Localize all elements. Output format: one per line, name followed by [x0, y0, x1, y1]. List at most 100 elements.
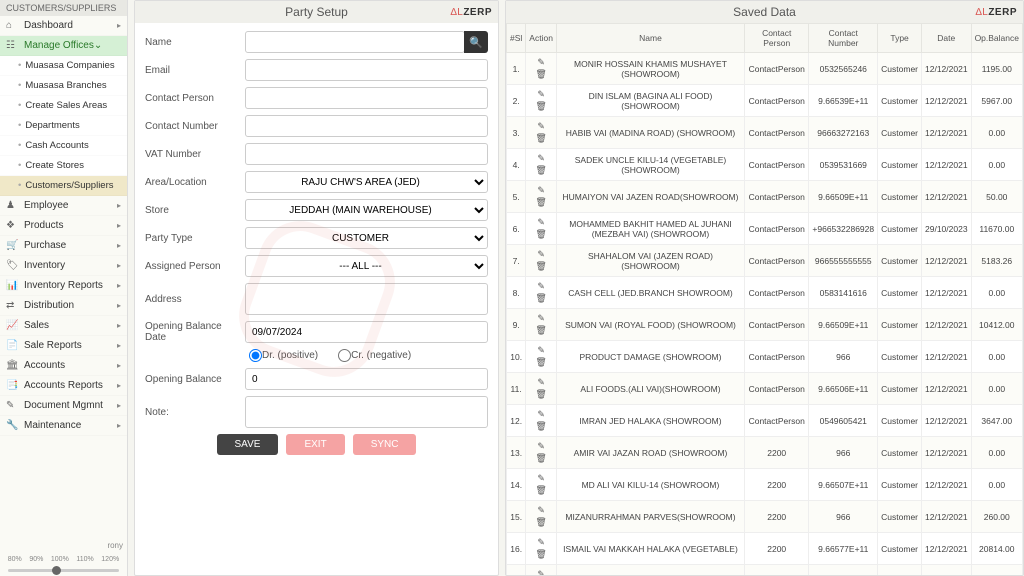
- edit-icon[interactable]: ✎: [537, 313, 545, 324]
- column-header[interactable]: Contact Person: [745, 24, 809, 53]
- edit-icon[interactable]: ✎: [537, 57, 545, 68]
- nav-item[interactable]: 📈Sales: [0, 316, 127, 336]
- cell-balance: 0.00: [971, 341, 1022, 373]
- nav-item[interactable]: 🏷Inventory: [0, 256, 127, 276]
- edit-icon[interactable]: ✎: [537, 441, 545, 452]
- store-select[interactable]: JEDDAH (MAIN WAREHOUSE): [245, 199, 488, 221]
- nav-sub-item[interactable]: Departments: [0, 116, 127, 136]
- save-button[interactable]: SAVE: [217, 434, 279, 455]
- column-header[interactable]: Action: [526, 24, 557, 53]
- delete-icon[interactable]: 🗑: [535, 165, 546, 176]
- nav-item[interactable]: ⌂Dashboard: [0, 16, 127, 36]
- nav-sub-item[interactable]: Create Sales Areas: [0, 96, 127, 116]
- nav-item[interactable]: ♟Employee: [0, 196, 127, 216]
- name-input[interactable]: [245, 31, 465, 53]
- edit-icon[interactable]: ✎: [537, 121, 545, 132]
- edit-icon[interactable]: ✎: [537, 409, 545, 420]
- nav-item[interactable]: 🏛Accounts: [0, 356, 127, 376]
- search-button[interactable]: 🔍: [464, 31, 488, 53]
- nav-item[interactable]: 📊Inventory Reports: [0, 276, 127, 296]
- form-title: Party Setup: [285, 5, 348, 19]
- delete-icon[interactable]: 🗑: [535, 293, 546, 304]
- nav-item[interactable]: 📑Accounts Reports: [0, 376, 127, 396]
- column-header[interactable]: #Sl: [507, 24, 526, 53]
- email-input[interactable]: [245, 59, 488, 81]
- edit-icon[interactable]: ✎: [537, 345, 545, 356]
- cell-contact-person: ContactPerson: [745, 277, 809, 309]
- edit-icon[interactable]: ✎: [537, 89, 545, 100]
- delete-icon[interactable]: 🗑: [535, 389, 546, 400]
- edit-icon[interactable]: ✎: [537, 217, 545, 228]
- note-input[interactable]: [245, 396, 488, 428]
- edit-icon[interactable]: ✎: [537, 537, 545, 548]
- zoom-level[interactable]: 120%: [101, 556, 119, 563]
- nav-item[interactable]: ⇄Distribution: [0, 296, 127, 316]
- delete-icon[interactable]: 🗑: [535, 101, 546, 112]
- cr-radio[interactable]: Cr. (negative): [338, 349, 411, 362]
- delete-icon[interactable]: 🗑: [535, 261, 546, 272]
- nav-sub-item[interactable]: Cash Accounts: [0, 136, 127, 156]
- edit-icon[interactable]: ✎: [537, 281, 545, 292]
- vat-input[interactable]: [245, 143, 488, 165]
- column-header[interactable]: Op.Balance: [971, 24, 1022, 53]
- nav-item[interactable]: ✎Document Mgmnt: [0, 396, 127, 416]
- zoom-level[interactable]: 80%: [8, 556, 22, 563]
- edit-icon[interactable]: ✎: [537, 569, 545, 575]
- party-type-select[interactable]: CUSTOMER: [245, 227, 488, 249]
- delete-icon[interactable]: 🗑: [535, 325, 546, 336]
- exit-button[interactable]: EXIT: [286, 434, 344, 455]
- delete-icon[interactable]: 🗑: [535, 485, 546, 496]
- nav-item[interactable]: 📄Sale Reports: [0, 336, 127, 356]
- delete-icon[interactable]: 🗑: [535, 549, 546, 560]
- assigned-select[interactable]: --- ALL ---: [245, 255, 488, 277]
- cell-contact-person: ContactPerson: [745, 149, 809, 181]
- nav-sub-item[interactable]: Customers/Suppliers: [0, 176, 127, 196]
- zoom-level[interactable]: 110%: [76, 556, 93, 563]
- nav-item[interactable]: 🔧Maintenance: [0, 416, 127, 436]
- address-input[interactable]: [245, 283, 488, 315]
- zoom-level[interactable]: 90%: [29, 556, 43, 563]
- cell-name: ISMAIL VAI MAKKAH HALAKA (VEGETABLE): [556, 533, 744, 565]
- edit-icon[interactable]: ✎: [537, 473, 545, 484]
- nav-item[interactable]: 🛒Purchase: [0, 236, 127, 256]
- cell-date: 12/12/2021: [922, 117, 972, 149]
- column-header[interactable]: Contact Number: [809, 24, 878, 53]
- edit-icon[interactable]: ✎: [537, 185, 545, 196]
- nav-item[interactable]: ❖Products: [0, 216, 127, 236]
- cell-contact-number: +966532286928: [809, 213, 878, 245]
- zoom-slider[interactable]: [0, 565, 127, 576]
- delete-icon[interactable]: 🗑: [535, 453, 546, 464]
- edit-icon[interactable]: ✎: [537, 153, 545, 164]
- nav-sub-item[interactable]: Create Stores: [0, 156, 127, 176]
- delete-icon[interactable]: 🗑: [535, 357, 546, 368]
- form-header: Party Setup ∆LZERP: [135, 1, 498, 23]
- cell-contact-person: 2200: [745, 565, 809, 576]
- cell-action: ✎🗑: [526, 149, 557, 181]
- delete-icon[interactable]: 🗑: [535, 69, 546, 80]
- nav-item[interactable]: ☷Manage Offices: [0, 36, 127, 56]
- contact-number-input[interactable]: [245, 115, 488, 137]
- nav-sub-item[interactable]: Muasasa Companies: [0, 56, 127, 76]
- nav-sub-item[interactable]: Muasasa Branches: [0, 76, 127, 96]
- edit-icon[interactable]: ✎: [537, 505, 545, 516]
- delete-icon[interactable]: 🗑: [535, 229, 546, 240]
- cell-contact-number: 0539531669: [809, 149, 878, 181]
- cell-contact-number: 9.66509E+11: [809, 181, 878, 213]
- column-header[interactable]: Name: [556, 24, 744, 53]
- zoom-level[interactable]: 100%: [51, 556, 69, 563]
- contact-person-input[interactable]: [245, 87, 488, 109]
- column-header[interactable]: Type: [878, 24, 922, 53]
- delete-icon[interactable]: 🗑: [535, 133, 546, 144]
- edit-icon[interactable]: ✎: [537, 249, 545, 260]
- ob-input[interactable]: [245, 368, 488, 390]
- delete-icon[interactable]: 🗑: [535, 197, 546, 208]
- label-ob: Opening Balance: [145, 374, 245, 385]
- edit-icon[interactable]: ✎: [537, 377, 545, 388]
- ob-date-input[interactable]: [245, 321, 488, 343]
- column-header[interactable]: Date: [922, 24, 972, 53]
- area-select[interactable]: RAJU CHW'S AREA (JED): [245, 171, 488, 193]
- delete-icon[interactable]: 🗑: [535, 517, 546, 528]
- sync-button[interactable]: SYNC: [353, 434, 417, 455]
- delete-icon[interactable]: 🗑: [535, 421, 546, 432]
- dr-radio[interactable]: Dr. (positive): [249, 349, 318, 362]
